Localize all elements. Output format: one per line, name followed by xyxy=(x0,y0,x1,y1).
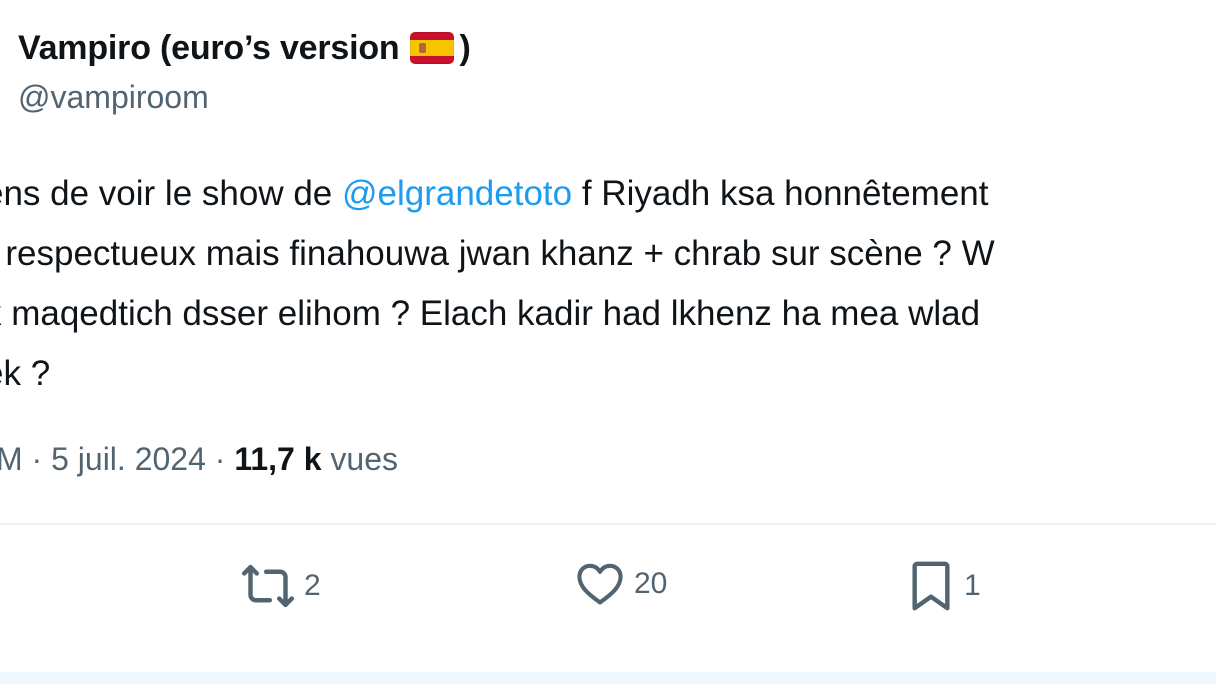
author-display-name[interactable]: Vampiro (euro’s version ) xyxy=(18,26,471,70)
views-label: vues xyxy=(321,441,398,477)
tweet-detail-view: Vampiro (euro’s version ) @vampiroom ens… xyxy=(0,0,1216,684)
retweet-button[interactable]: 2 xyxy=(240,558,321,614)
like-count: 20 xyxy=(634,567,668,600)
bookmark-count: 1 xyxy=(964,569,981,602)
retweet-count: 2 xyxy=(304,569,321,602)
bookmark-button[interactable]: 1 xyxy=(906,558,981,614)
retweet-icon xyxy=(240,558,296,614)
reply-area-edge xyxy=(0,672,1216,684)
like-button[interactable]: 20 xyxy=(574,558,667,610)
tweet-text-line: k maqedtich dsser elihom ? Elach kadir h… xyxy=(0,294,981,333)
tweet-text: ens de voir le show de @elgrandetoto f R… xyxy=(0,164,1216,404)
tweet-action-bar: 2 20 1 xyxy=(0,556,1216,616)
tweet-date[interactable]: 5 juil. 2024 xyxy=(51,441,206,477)
meta-separator: · xyxy=(22,441,52,477)
heart-icon xyxy=(574,558,626,610)
author-handle[interactable]: @vampiroom xyxy=(18,76,471,118)
bookmark-icon xyxy=(906,558,956,614)
action-divider xyxy=(0,523,1216,525)
tweet-text-line: r respectueux mais finahouwa jwan khanz … xyxy=(0,234,995,273)
tweet-text-line: ens de voir le show de @elgrandetoto f R… xyxy=(0,164,1216,224)
tweet-text-line: ek ? xyxy=(0,354,51,393)
author-display-name-close: ) xyxy=(459,29,471,67)
tweet-text-segment: f Riyadh ksa honnêtement xyxy=(572,174,989,213)
views-count: 11,7 k xyxy=(234,441,322,477)
tweet-author: Vampiro (euro’s version ) @vampiroom xyxy=(18,26,471,118)
meta-separator: · xyxy=(205,441,235,477)
spain-flag-icon xyxy=(409,32,454,64)
tweet-metadata: M · 5 juil. 2024 · 11,7 k vues xyxy=(0,438,398,480)
mention-link[interactable]: @elgrandetoto xyxy=(342,174,572,213)
tweet-time[interactable]: M xyxy=(0,441,23,477)
author-display-name-text: Vampiro (euro’s version xyxy=(18,29,400,67)
tweet-text-segment: ens de voir le show de xyxy=(0,174,342,213)
